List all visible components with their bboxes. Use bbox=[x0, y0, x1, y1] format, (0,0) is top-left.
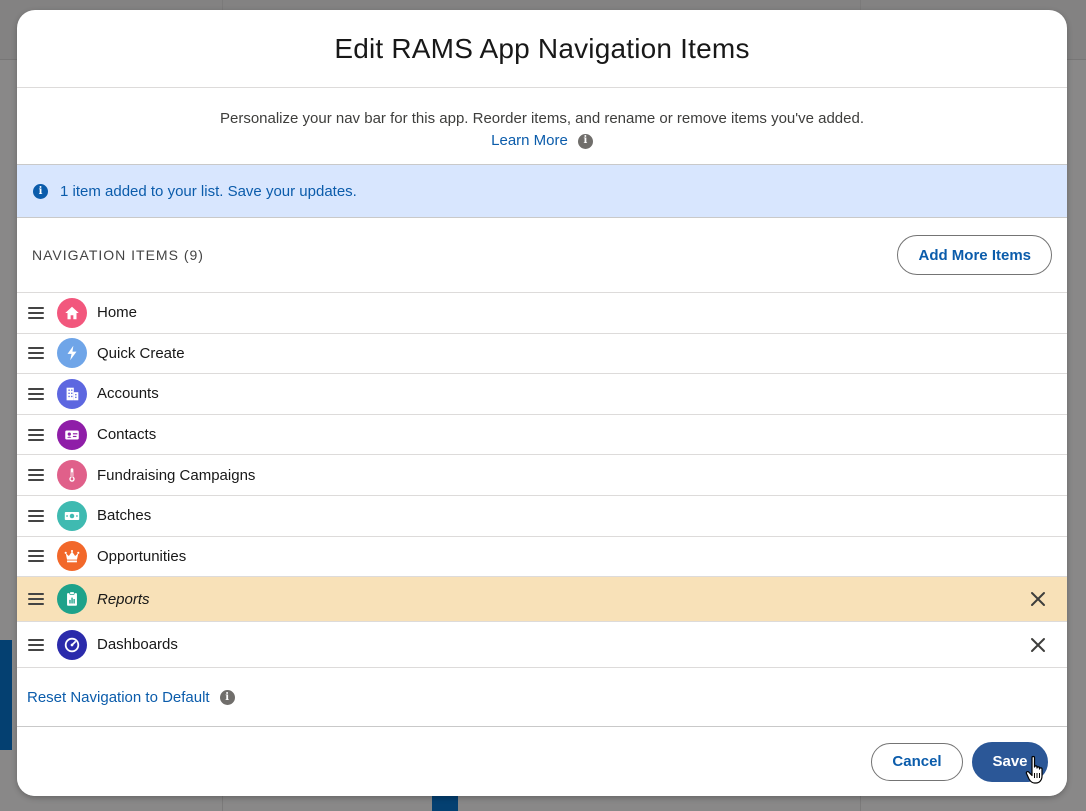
contact-card-icon bbox=[57, 419, 87, 450]
nav-item-label: Fundraising Campaigns bbox=[97, 466, 256, 484]
info-alert: i 1 item added to your list. Save your u… bbox=[17, 164, 1067, 218]
gauge-icon bbox=[57, 629, 87, 660]
report-clipboard-icon bbox=[57, 584, 87, 615]
home-icon bbox=[57, 297, 87, 328]
nav-items-list: Home Quick Create Accounts Contacts Fund… bbox=[17, 293, 1067, 669]
learn-more-row: Learn More i bbox=[491, 130, 593, 152]
drag-handle-icon[interactable] bbox=[28, 550, 44, 563]
nav-item-label: Dashboards bbox=[97, 636, 178, 654]
remove-icon[interactable] bbox=[1029, 590, 1047, 608]
nav-item-opportunities[interactable]: Opportunities bbox=[17, 537, 1067, 578]
drag-handle-icon[interactable] bbox=[28, 509, 44, 522]
modal-intro: Personalize your nav bar for this app. R… bbox=[17, 88, 1067, 164]
reset-navigation-link[interactable]: Reset Navigation to Default bbox=[27, 689, 210, 706]
modal-header: Edit RAMS App Navigation Items bbox=[17, 10, 1067, 88]
nav-item-label: Contacts bbox=[97, 426, 157, 444]
reset-row: Reset Navigation to Default i bbox=[17, 668, 1067, 729]
crown-icon bbox=[57, 541, 87, 572]
edit-nav-modal: Edit RAMS App Navigation Items Personali… bbox=[17, 10, 1067, 796]
drag-handle-icon[interactable] bbox=[28, 593, 44, 606]
info-icon[interactable]: i bbox=[577, 133, 593, 149]
alert-message: 1 item added to your list. Save your upd… bbox=[60, 182, 357, 200]
drag-handle-icon[interactable] bbox=[28, 469, 44, 482]
nav-item-dashboards[interactable]: Dashboards bbox=[17, 622, 1067, 669]
nav-item-label: Quick Create bbox=[97, 344, 185, 362]
info-icon: i bbox=[33, 183, 48, 199]
modal-footer: Cancel Save bbox=[17, 726, 1067, 796]
add-more-items-button[interactable]: Add More Items bbox=[897, 235, 1052, 275]
cancel-button[interactable]: Cancel bbox=[871, 742, 963, 781]
nav-item-label: Accounts bbox=[97, 385, 159, 403]
modal-title: Edit RAMS App Navigation Items bbox=[334, 32, 750, 64]
nav-item-label: Batches bbox=[97, 507, 152, 525]
drag-handle-icon[interactable] bbox=[28, 428, 44, 441]
drag-handle-icon[interactable] bbox=[28, 387, 44, 400]
nav-item-reports[interactable]: Reports bbox=[17, 577, 1067, 623]
nav-item-batches[interactable]: Batches bbox=[17, 496, 1067, 537]
drag-handle-icon[interactable] bbox=[28, 347, 44, 360]
hand-cursor-icon bbox=[1025, 755, 1043, 784]
drag-handle-icon[interactable] bbox=[28, 306, 44, 319]
nav-items-count: NAVIGATION ITEMS (9) bbox=[32, 247, 204, 263]
nav-item-fundraising-campaigns[interactable]: Fundraising Campaigns bbox=[17, 455, 1067, 496]
nav-item-home[interactable]: Home bbox=[17, 293, 1067, 334]
nav-item-quick-create[interactable]: Quick Create bbox=[17, 334, 1067, 375]
nav-item-label: Reports bbox=[97, 590, 150, 608]
remove-icon[interactable] bbox=[1029, 636, 1047, 654]
nav-item-label: Opportunities bbox=[97, 547, 187, 565]
thermometer-icon bbox=[57, 460, 87, 491]
drag-handle-icon[interactable] bbox=[28, 638, 44, 651]
building-icon bbox=[57, 378, 87, 409]
lightning-icon bbox=[57, 338, 87, 369]
learn-more-link[interactable]: Learn More bbox=[491, 130, 568, 152]
money-icon bbox=[57, 500, 87, 531]
intro-text: Personalize your nav bar for this app. R… bbox=[219, 110, 865, 127]
nav-items-header: NAVIGATION ITEMS (9) Add More Items bbox=[17, 218, 1067, 293]
nav-item-label: Home bbox=[97, 304, 138, 322]
nav-item-accounts[interactable]: Accounts bbox=[17, 374, 1067, 415]
info-icon[interactable]: i bbox=[219, 690, 235, 706]
nav-item-contacts[interactable]: Contacts bbox=[17, 415, 1067, 456]
